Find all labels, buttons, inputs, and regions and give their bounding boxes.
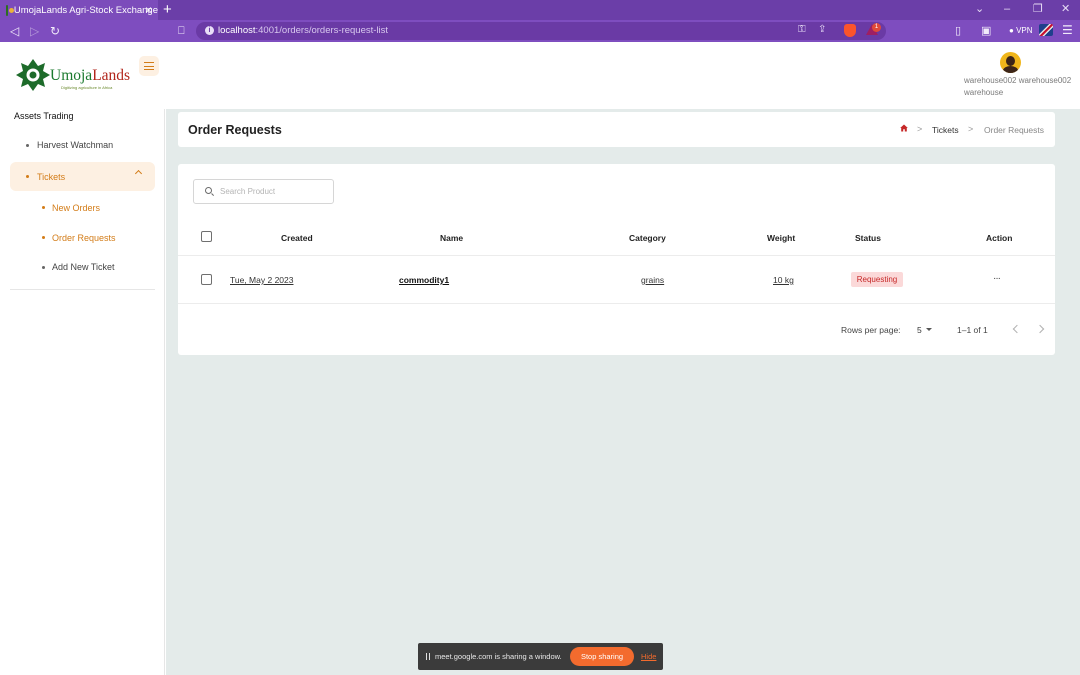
breadcrumb-tickets[interactable]: Tickets [932, 125, 959, 135]
url-text: localhost:4001/orders/orders-request-lis… [218, 25, 389, 36]
select-all-checkbox[interactable] [201, 231, 212, 242]
forward-icon[interactable]: ▷ [30, 23, 39, 39]
sidebar-subitem-order-requests[interactable]: Order Requests [52, 233, 116, 243]
row-checkbox[interactable] [201, 274, 212, 285]
hide-link[interactable]: Hide [641, 652, 656, 661]
sidebar-toggle-icon[interactable]: ▯ [955, 23, 961, 39]
rows-per-page-select[interactable]: 5 [917, 325, 922, 335]
search-icon [205, 187, 212, 194]
bullet-icon [42, 266, 45, 269]
cell-name[interactable]: commodity1 [399, 275, 449, 285]
logo-tagline: Digitizing agriculture in Africa [61, 85, 113, 90]
rows-per-page-label: Rows per page: [841, 325, 901, 335]
new-tab-button[interactable]: + [163, 1, 172, 19]
sidebar-subitem-new-orders[interactable]: New Orders [52, 203, 100, 213]
back-icon[interactable]: ◁ [10, 23, 19, 39]
sidebar-divider [10, 289, 155, 290]
sidebar-item-tickets[interactable] [10, 162, 155, 191]
bullet-icon [26, 144, 29, 147]
page-header-card [178, 112, 1055, 147]
logo-text: UmojaLands [50, 67, 131, 84]
sidebar [0, 109, 165, 675]
bullet-icon [42, 236, 45, 239]
bullet-icon [26, 175, 29, 178]
screen-sharing-bar: meet.google.com is sharing a window. Sto… [418, 643, 663, 670]
app-header [0, 43, 1080, 109]
site-info-icon[interactable]: i [205, 26, 214, 35]
close-tab-icon[interactable]: × [145, 3, 152, 17]
sidebar-item-harvest-watchman[interactable]: Harvest Watchman [37, 140, 113, 150]
brave-rewards-icon[interactable]: 1 [866, 23, 881, 36]
home-icon[interactable] [900, 124, 908, 132]
page-title: Order Requests [188, 123, 282, 137]
column-header-weight[interactable]: Weight [767, 233, 795, 243]
user-name: warehouse002 warehouse002 [964, 76, 1072, 85]
bullet-icon [42, 206, 45, 209]
user-role: warehouse [964, 88, 1004, 97]
drag-handle-icon[interactable] [426, 653, 430, 660]
cell-weight[interactable]: 10 kg [773, 275, 794, 285]
wallet-icon[interactable]: ▣ [981, 23, 991, 39]
column-header-action: Action [986, 233, 1013, 243]
logo-icon [16, 59, 50, 91]
search-input[interactable]: Search Product [193, 179, 334, 204]
breadcrumb-separator: > [968, 124, 974, 134]
favicon-icon [6, 4, 14, 16]
sidebar-heading: Assets Trading [14, 111, 74, 121]
browser-nav-bar: ◁ ▷ ↻ ⎕ i localhost:4001/orders/orders-r… [0, 20, 1080, 42]
key-icon[interactable]: ⚿ [798, 24, 806, 35]
dropdown-arrow-icon[interactable] [926, 328, 932, 331]
sidebar-item-tickets-label[interactable]: Tickets [37, 172, 65, 182]
vpn-button[interactable]: ● VPN [1009, 26, 1033, 35]
pagination-range: 1–1 of 1 [957, 325, 988, 335]
sidebar-subitem-add-new-ticket[interactable]: Add New Ticket [52, 262, 115, 272]
share-icon[interactable]: ⇪ [818, 24, 826, 35]
cell-created[interactable]: Tue, May 2 2023 [230, 275, 293, 285]
address-bar[interactable]: i localhost:4001/orders/orders-request-l… [196, 22, 886, 40]
stop-sharing-button[interactable]: Stop sharing [570, 647, 634, 666]
sharing-message: meet.google.com is sharing a window. [435, 652, 562, 661]
column-header-category[interactable]: Category [629, 233, 666, 243]
language-flag-icon[interactable] [1039, 24, 1053, 36]
tab-title: UmojaLands Agri-Stock Exchange [13, 4, 158, 16]
browser-tab-bar: UmojaLands Agri-Stock Exchange × + ⌄ – ❐… [0, 0, 1080, 20]
user-avatar[interactable] [1000, 52, 1021, 73]
reload-icon[interactable]: ↻ [50, 23, 60, 39]
restore-icon[interactable]: ❐ [1033, 3, 1043, 16]
bookmark-icon[interactable]: ⎕ [178, 23, 185, 39]
close-window-icon[interactable]: ✕ [1061, 3, 1070, 16]
minimize-icon[interactable]: – [1004, 3, 1010, 16]
brave-shields-icon[interactable] [844, 24, 856, 37]
hamburger-menu-button[interactable] [139, 56, 159, 76]
search-placeholder: Search Product [220, 187, 276, 196]
breadcrumb-separator: > [917, 124, 923, 134]
column-header-created[interactable]: Created [281, 233, 313, 243]
tab-search-icon[interactable]: ⌄ [975, 3, 984, 16]
browser-tab[interactable]: UmojaLands Agri-Stock Exchange × [0, 0, 158, 20]
table-divider [178, 303, 1055, 304]
cell-category[interactable]: grains [641, 275, 664, 285]
column-header-status[interactable]: Status [855, 233, 881, 243]
more-actions-icon[interactable]: ··· [993, 274, 1001, 284]
column-header-name[interactable]: Name [440, 233, 463, 243]
status-badge: Requesting [851, 272, 903, 287]
table-divider [178, 255, 1055, 256]
browser-menu-icon[interactable]: ☰ [1062, 22, 1073, 38]
breadcrumb-current: Order Requests [984, 125, 1044, 135]
